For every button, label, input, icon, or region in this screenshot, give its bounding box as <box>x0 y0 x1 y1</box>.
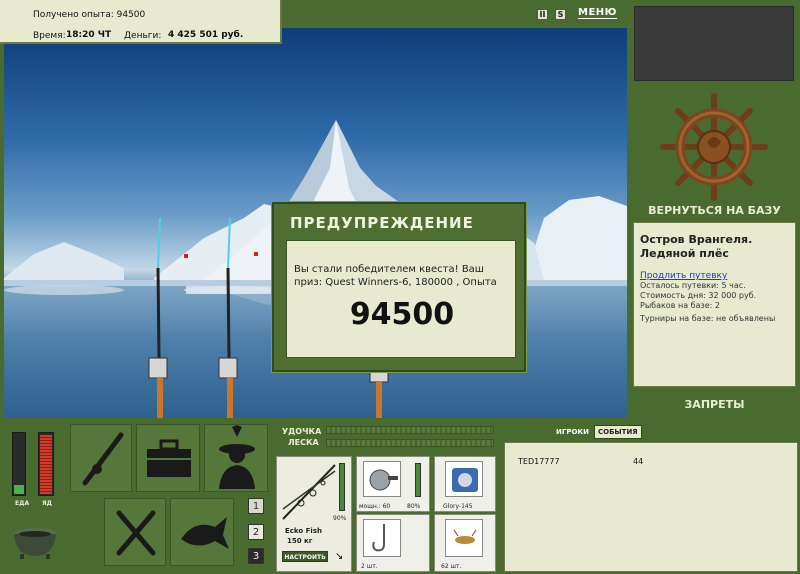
poison-bar-fill <box>40 435 52 494</box>
dialog-title: ПРЕДУПРЕЖДЕНИЕ <box>290 214 474 232</box>
slot-2-button[interactable]: 2 <box>248 524 264 540</box>
menu-button[interactable]: МЕНЮ <box>578 7 617 19</box>
dialog-body: Вы стали победителем квеста! Ваш приз: Q… <box>286 240 516 358</box>
rod-picture <box>282 464 336 520</box>
rod-weight: 150 кг <box>287 537 313 545</box>
rod-tension-bar <box>326 426 494 434</box>
experience-line: Получено опыта: 94500 <box>33 10 146 20</box>
tournaments-info: Турниры на базе: не объявлены <box>640 314 776 323</box>
food-bar-fill <box>14 484 24 494</box>
fish-slot[interactable] <box>170 498 234 566</box>
line-name: Glory-145 <box>443 503 473 510</box>
dialog-amount: 94500 <box>349 297 455 332</box>
reel-condition-bar <box>415 463 421 497</box>
slot-1-button[interactable]: 1 <box>248 498 264 514</box>
bait-insect-icon <box>445 519 483 557</box>
right-panel: ВЕРНУТЬСЯ НА БАЗУ Остров Врангеля. Ледян… <box>629 0 800 420</box>
location-subtitle: Ледяной плёс <box>640 247 729 260</box>
slot-3-button[interactable]: 3 <box>248 548 264 564</box>
line-cell[interactable]: Glory-145 <box>434 456 496 512</box>
character-slot[interactable] <box>204 424 268 492</box>
line-spool-icon <box>445 461 483 497</box>
pause-button[interactable]: II <box>537 9 548 20</box>
tab-players[interactable]: ИГРОКИ <box>556 428 589 436</box>
warning-dialog: ПРЕДУПРЕЖДЕНИЕ Вы стали победителем квес… <box>272 202 526 372</box>
player-name[interactable]: TED17777 <box>518 457 560 466</box>
location-title: Остров Врангеля. <box>640 233 753 246</box>
rod-name: Ecko Fish <box>285 527 322 535</box>
tackle-panel: УДОЧКА ЛЕСКА 90% Ecko Fish 150 кг НАСТРО… <box>274 420 500 574</box>
reel-percent: 80% <box>407 503 421 510</box>
food-bar <box>12 432 26 496</box>
bans-button[interactable]: ЗАПРЕТЫ <box>629 398 800 411</box>
minimap <box>634 6 794 81</box>
reel-icon <box>363 461 401 497</box>
reel-cell[interactable]: мощн.: 60 80% <box>356 456 430 512</box>
rod-percent: 90% <box>333 515 347 522</box>
extend-trip-link[interactable]: Продлить путевку <box>640 271 789 281</box>
rod-label: УДОЧКА <box>282 427 322 436</box>
rod-condition-bar <box>339 463 345 511</box>
fish-icon <box>181 517 229 549</box>
tune-button[interactable]: НАСТРОИТЬ <box>282 551 328 562</box>
day-cost: Стоимость дня: 32 000 руб. <box>640 291 757 300</box>
rod-icon <box>82 432 124 486</box>
ship-wheel-icon[interactable] <box>659 92 769 202</box>
food-slot[interactable] <box>104 498 166 566</box>
inventory-panel: ЕДА ЯД 1 2 3 <box>0 420 272 574</box>
tackle-box-slot[interactable] <box>136 424 200 492</box>
food-label: ЕДА <box>15 500 30 507</box>
fishers-count: Рыбаков на базе: 2 <box>640 301 720 310</box>
bait-count: 62 шт. <box>441 563 462 570</box>
trip-remaining: Осталось путевки: 5 час. <box>640 281 746 290</box>
sound-button[interactable]: S <box>555 9 566 20</box>
return-to-base-button[interactable]: ВЕРНУТЬСЯ НА БАЗУ <box>629 204 800 217</box>
bait-cell[interactable]: 62 шт. <box>434 514 496 572</box>
money-value: 4 425 501 руб. <box>168 30 244 40</box>
player-info-panel: Получено опыта: 94500 Время: 18:20 ЧТ Де… <box>0 0 282 44</box>
location-info: Остров Врангеля. Ледяной плёс Продлить п… <box>633 222 796 387</box>
tackle-box-icon <box>147 439 191 477</box>
game-screen: Получено опыта: 94500 Время: 18:20 ЧТ Де… <box>0 0 800 574</box>
line-label: ЛЕСКА <box>288 438 319 447</box>
fisherman-icon <box>219 425 255 489</box>
poison-label: ЯД <box>42 500 52 507</box>
dialog-message: Вы стали победителем квеста! Ваш приз: Q… <box>294 264 497 288</box>
cauldron-icon[interactable] <box>10 520 60 560</box>
money-label: Деньги: <box>124 31 162 41</box>
reel-power: мощн.: 60 <box>359 503 391 510</box>
arrow-icon[interactable]: ↘ <box>335 551 343 562</box>
tab-events[interactable]: СОБЫТИЯ <box>594 425 642 439</box>
hook-icon <box>363 519 401 557</box>
hooks-count: 2 шт. <box>361 563 378 570</box>
players-list: TED17777 44 <box>504 442 798 572</box>
line-tension-bar <box>326 439 494 447</box>
knife-fork-icon <box>116 510 156 556</box>
poison-bar <box>38 432 54 496</box>
rod-cell[interactable]: 90% Ecko Fish 150 кг НАСТРОИТЬ ↘ <box>276 456 352 572</box>
player-level: 44 <box>633 457 644 466</box>
players-panel: ИГРОКИ СОБЫТИЯ TED17777 44 <box>502 420 800 574</box>
hook-cell[interactable]: 2 шт. <box>356 514 430 572</box>
rods-slot[interactable] <box>70 424 132 492</box>
time-label: Время: <box>33 31 66 41</box>
time-value: 18:20 ЧТ <box>66 30 112 40</box>
